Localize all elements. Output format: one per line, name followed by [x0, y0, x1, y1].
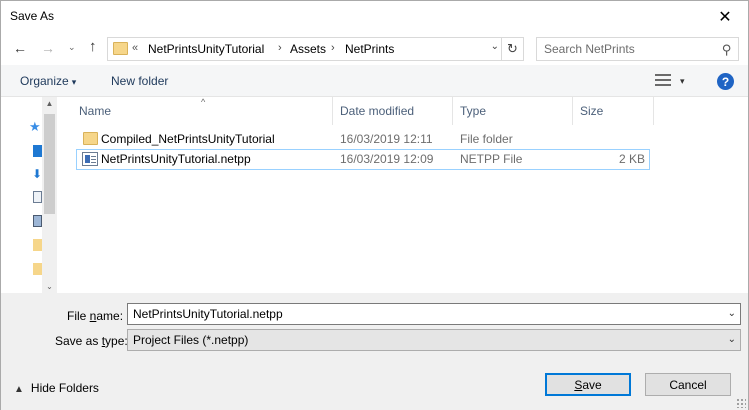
hide-folders-label: Hide Folders [30, 381, 99, 395]
file-date: 16/03/2019 12:11 [340, 132, 433, 146]
search-input[interactable] [537, 38, 712, 60]
quick-access-star-icon[interactable]: ★ [29, 119, 41, 134]
back-arrow-icon[interactable]: ← [13, 40, 27, 56]
refresh-icon[interactable]: ↻ [501, 38, 523, 60]
file-date: 16/03/2019 12:09 [340, 152, 434, 166]
search-icon[interactable]: ⚲ [722, 42, 732, 58]
nav-pane-scrollbar[interactable]: ▲ ⌄ [42, 97, 57, 293]
organize-button[interactable]: Organize ▾ [20, 74, 76, 88]
hide-folders-button[interactable]: ▲ Hide Folders [14, 381, 99, 395]
breadcrumb-separator-icon[interactable]: › [331, 42, 335, 54]
forward-arrow-icon[interactable]: → [41, 40, 55, 56]
save-as-type-select[interactable]: Project Files (*.netpp) ⌄ [127, 329, 741, 351]
navigation-bar: ← → ⌄ ↑ « NetPrintsUnityTutorial › Asset… [1, 32, 748, 65]
file-row-netpp[interactable]: NetPrintsUnityTutorial.netpp 16/03/2019 … [76, 149, 650, 170]
file-name-dropdown-icon[interactable]: ⌄ [728, 308, 736, 319]
desktop-icon[interactable] [33, 145, 42, 157]
file-name-label: File name: [67, 309, 124, 323]
file-type: NETPP File [460, 152, 523, 166]
save-as-type-label: Save as type: [55, 334, 128, 348]
sort-ascending-icon: ^ [201, 97, 206, 107]
search-box[interactable]: ⚲ [536, 37, 739, 61]
organize-label: Organize [20, 74, 69, 88]
up-arrow-icon[interactable]: ↑ [89, 38, 97, 55]
recent-locations-chevron-icon[interactable]: ⌄ [68, 42, 76, 53]
folder-icon [83, 132, 98, 145]
file-name: NetPrintsUnityTutorial.netpp [101, 152, 251, 166]
organize-caret-icon: ▾ [71, 77, 77, 87]
address-bar[interactable]: « NetPrintsUnityTutorial › Assets › NetP… [107, 37, 524, 61]
navigation-pane: ★ ⬇ ▲ ⌄ [1, 97, 57, 293]
cancel-button[interactable]: Cancel [645, 373, 731, 396]
folder-icon[interactable] [33, 239, 42, 251]
chevron-up-icon: ▲ [14, 384, 24, 395]
file-name: Compiled_NetPrintsUnityTutorial [101, 132, 275, 146]
view-options-caret-icon[interactable]: ▾ [680, 76, 685, 87]
folder-icon[interactable] [33, 263, 42, 275]
breadcrumb-separator-icon[interactable]: › [278, 42, 282, 54]
save-as-type-value: Project Files (*.netpp) [133, 333, 249, 347]
save-options-pane: File name: ⌄ Save as type: Project Files… [1, 293, 748, 410]
file-name-input[interactable] [128, 304, 718, 324]
address-dropdown-icon[interactable]: ⌄ [491, 41, 499, 52]
scroll-thumb[interactable] [44, 114, 55, 214]
command-toolbar: Organize ▾ New folder ▾ ? [1, 65, 748, 97]
breadcrumb-overflow-chevron-icon[interactable]: « [132, 42, 138, 54]
save-button[interactable]: Save [545, 373, 631, 396]
view-details-icon[interactable] [655, 74, 671, 86]
save-as-dialog: Save As ✕ ← → ⌄ ↑ « NetPrintsUnityTutori… [0, 0, 749, 410]
file-list: ^ Name Date modified Type Size Compiled_… [58, 97, 748, 293]
file-size: 2 KB [618, 152, 645, 166]
resize-grip-icon[interactable] [736, 398, 746, 408]
scroll-up-icon[interactable]: ▲ [42, 99, 57, 108]
downloads-icon[interactable]: ⬇ [32, 167, 42, 181]
column-header-type[interactable]: Type [452, 97, 486, 125]
column-header-name[interactable]: Name [71, 97, 111, 125]
save-as-type-dropdown-icon[interactable]: ⌄ [728, 334, 736, 345]
pictures-icon[interactable] [33, 215, 42, 227]
new-folder-button[interactable]: New folder [111, 74, 168, 88]
file-row-compiled-folder[interactable]: Compiled_NetPrintsUnityTutorial 16/03/20… [76, 129, 650, 150]
breadcrumb-netprints[interactable]: NetPrints [345, 42, 394, 56]
title-bar: Save As ✕ [1, 1, 748, 32]
documents-icon[interactable] [33, 191, 42, 203]
breadcrumb-netprintsunitytutorial[interactable]: NetPrintsUnityTutorial [148, 42, 264, 56]
close-icon[interactable]: ✕ [702, 1, 748, 32]
netpp-file-icon [82, 152, 98, 166]
window-title: Save As [10, 9, 55, 23]
file-name-combobox[interactable]: ⌄ [127, 303, 741, 325]
breadcrumb-assets[interactable]: Assets [290, 42, 326, 56]
column-header-size[interactable]: Size [572, 97, 603, 125]
column-header-date-modified[interactable]: Date modified [332, 97, 414, 125]
file-type: File folder [460, 132, 513, 146]
help-icon[interactable]: ? [717, 73, 734, 90]
scroll-down-icon[interactable]: ⌄ [42, 282, 57, 291]
address-folder-icon [113, 42, 128, 55]
